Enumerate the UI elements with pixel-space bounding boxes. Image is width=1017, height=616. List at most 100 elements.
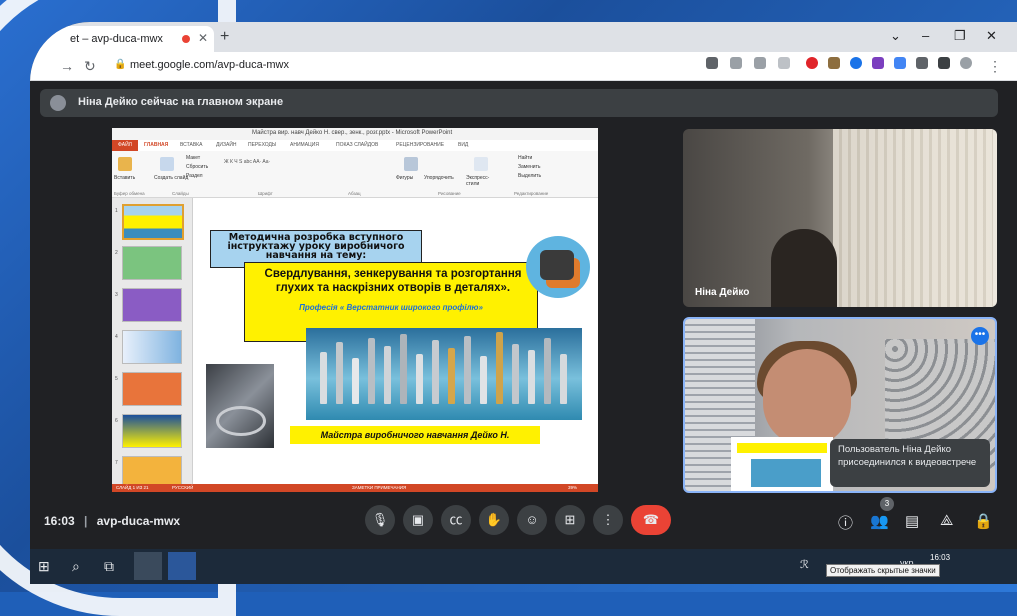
ppt-tab[interactable]: ГЛАВНАЯ <box>144 142 168 148</box>
forward-icon[interactable]: → <box>60 58 74 74</box>
slide-thumbnail[interactable] <box>122 288 182 322</box>
ppt-file-tab[interactable]: ФАЙЛ <box>112 140 138 151</box>
new-tab-button[interactable]: + <box>220 28 229 46</box>
side-panel-icon[interactable] <box>938 57 950 69</box>
host-controls-icon[interactable]: 🔒 <box>974 512 993 530</box>
quick-styles-icon[interactable] <box>474 157 488 171</box>
raise-hand-button[interactable]: ✋ <box>479 505 509 535</box>
open-in-new-icon[interactable] <box>730 57 742 69</box>
ribbon-arrange[interactable]: Упорядочить <box>424 175 454 181</box>
mic-icon: 🎙 <box>371 512 389 527</box>
profile-avatar[interactable] <box>960 57 972 69</box>
ppt-tab[interactable]: АНИМАЦИЯ <box>290 142 319 148</box>
lock-icon[interactable]: 🔒 <box>114 59 126 70</box>
windows-start-icon[interactable]: ⊞ <box>38 558 50 575</box>
reload-icon[interactable]: ↻ <box>84 58 96 75</box>
minimize-button[interactable]: – <box>922 28 929 43</box>
ppt-tab[interactable]: ПОКАЗ СЛАЙДОВ <box>336 142 378 148</box>
participant-video <box>771 229 837 307</box>
ribbon-reset[interactable]: Сбросить <box>186 164 208 170</box>
present-icon: ⊞ <box>564 512 576 527</box>
ribbon-section[interactable]: Раздел <box>186 173 203 179</box>
slide-footer: Майстра виробничого навчання Дейко Н. <box>290 426 540 444</box>
extension-icon[interactable] <box>828 57 840 69</box>
ribbon-paste[interactable]: Вставить <box>114 175 135 181</box>
status-zoom[interactable]: 39% <box>568 485 577 490</box>
opera-icon[interactable] <box>806 57 818 69</box>
ribbon-shapes[interactable]: Фигуры <box>396 175 413 181</box>
restore-button[interactable]: ❐ <box>954 28 966 44</box>
close-tab-icon[interactable]: ✕ <box>198 31 208 45</box>
close-window-button[interactable]: ✕ <box>986 28 997 44</box>
tab-search-icon[interactable]: ⌄ <box>890 28 901 44</box>
extension-icon[interactable] <box>850 57 862 69</box>
ribbon-find[interactable]: Найти <box>518 155 532 161</box>
more-options-icon[interactable]: ••• <box>971 327 989 345</box>
meeting-code: avp-duca-mwx <box>96 514 181 528</box>
camera-button[interactable]: ▣ <box>403 505 433 535</box>
word-app-icon[interactable] <box>168 552 196 580</box>
tab-title: et – avp-duca-mwx <box>70 33 163 45</box>
ppt-ribbon: Вставить Создать слайд Макет Сбросить Ра… <box>112 151 598 198</box>
ribbon-group-label: Рисование <box>438 191 461 196</box>
people-tray-icon[interactable]: ℛ <box>800 558 809 571</box>
ribbon-select[interactable]: Выделить <box>518 173 541 179</box>
ppt-tab[interactable]: ДИЗАЙН <box>216 142 237 148</box>
participant-video <box>763 349 851 447</box>
chrome-app-icon[interactable] <box>134 552 162 580</box>
more-options-button[interactable]: ⋮ <box>593 505 623 535</box>
activities-icon[interactable]: ⟁ <box>940 512 953 529</box>
ribbon-new-slide[interactable]: Создать слайд <box>154 175 188 181</box>
taskbar-clock[interactable]: 16:03 <box>930 553 950 562</box>
people-icon[interactable]: 👥 <box>870 512 889 530</box>
share-icon[interactable] <box>754 57 766 69</box>
ppt-title-bar: Майстра вир. навч Дейко Н. свер., зенк.,… <box>112 128 598 140</box>
ribbon-group-label: Абзац <box>348 191 361 196</box>
new-slide-icon[interactable] <box>160 157 174 171</box>
separator: | <box>84 514 88 528</box>
font-controls[interactable]: Ж К Ч S abc AA· Aa· <box>224 159 270 165</box>
slide-thumbnail[interactable] <box>122 330 182 364</box>
ribbon-replace[interactable]: Заменить <box>518 164 540 170</box>
emoji-icon: ☺ <box>525 512 539 527</box>
slide-thumbnail[interactable] <box>122 414 182 448</box>
ribbon-layout[interactable]: Макет <box>186 155 200 161</box>
emoji-button[interactable]: ☺ <box>517 505 547 535</box>
paste-icon[interactable] <box>118 157 132 171</box>
chat-icon[interactable]: ▤ <box>905 512 919 530</box>
slide-heading: Свердлування, зенкерування та розгортанн… <box>264 268 522 294</box>
tool-drawing <box>560 354 567 404</box>
address-toolbar: → ↻ 🔒 meet.google.com/avp-duca-mwx ⋮ <box>30 52 1017 81</box>
camera-icon[interactable] <box>706 57 718 69</box>
translate-icon[interactable] <box>894 57 906 69</box>
tool-drawing <box>336 342 343 404</box>
slide-thumbnail[interactable] <box>122 372 182 406</box>
slide-thumbnail[interactable] <box>122 204 184 240</box>
ribbon-quick-styles[interactable]: Экспресс-стили <box>466 175 502 187</box>
captions-button[interactable]: ㏄ <box>441 505 471 535</box>
browser-tab-meet[interactable]: et – avp-duca-mwx ✕ <box>36 26 214 52</box>
tool-drawing <box>448 348 455 404</box>
leave-call-button[interactable]: ☎ <box>631 505 671 535</box>
extension-icon[interactable] <box>872 57 884 69</box>
ppt-tab[interactable]: ВИД <box>458 142 468 148</box>
omnibox[interactable]: 🔒 meet.google.com/avp-duca-mwx <box>108 55 978 77</box>
info-icon[interactable]: ⓘ <box>838 512 853 533</box>
ppt-tab[interactable]: ПЕРЕХОДЫ <box>248 142 276 148</box>
star-icon[interactable] <box>778 57 790 69</box>
ppt-tab[interactable]: ВСТАВКА <box>180 142 202 148</box>
status-slide-count: СЛАЙД 1 ИЗ 21 <box>116 485 149 490</box>
shapes-icon[interactable] <box>404 157 418 171</box>
ppt-tab[interactable]: РЕЦЕНЗИРОВАНИЕ <box>396 142 444 148</box>
tool-drawing <box>544 338 551 404</box>
task-view-icon[interactable]: ⧉ <box>104 558 114 575</box>
slide-thumbnail[interactable] <box>122 246 182 280</box>
menu-icon[interactable]: ⋮ <box>988 58 1002 75</box>
search-icon[interactable]: ⌕ <box>72 558 80 575</box>
puzzle-icon[interactable] <box>916 57 928 69</box>
mic-button[interactable]: 🎙 <box>365 505 395 535</box>
status-notes[interactable]: ЗАМЕТКИ ПРИМЕЧАНИЯ <box>352 485 406 490</box>
tool-drawing <box>368 338 375 404</box>
participant-tile[interactable]: Ніна Дейко <box>683 129 997 307</box>
present-button[interactable]: ⊞ <box>555 505 585 535</box>
